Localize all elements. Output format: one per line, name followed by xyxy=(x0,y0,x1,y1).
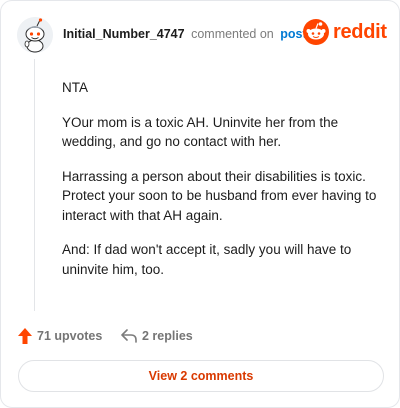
commented-on-text: commented on xyxy=(191,27,274,41)
upvote-count: 71 upvotes xyxy=(37,329,103,343)
reddit-wordmark: reddit xyxy=(333,21,387,43)
reply-count: 2 replies xyxy=(142,329,193,343)
comment-body: NTA YOur mom is a toxic AH. Uninvite her… xyxy=(62,78,382,294)
replies-button[interactable]: 2 replies xyxy=(121,326,193,346)
reply-arrow-icon xyxy=(121,329,137,343)
reddit-brand[interactable]: reddit xyxy=(303,19,387,47)
reddit-logo-icon xyxy=(303,19,329,45)
comment-paragraph: YOur mom is a toxic AH. Uninvite her fro… xyxy=(62,114,339,150)
upvote-arrow-icon xyxy=(18,328,32,344)
comment-paragraph: And: If dad won't accept it, sadly you w… xyxy=(62,242,352,277)
comment-meta: Initial_Number_4747 commented on post xyxy=(63,27,307,41)
username[interactable]: Initial_Number_4747 xyxy=(63,27,185,41)
comment-paragraph: Harrassing a person about their disabili… xyxy=(62,168,377,223)
comment-header: Initial_Number_4747 commented on post re… xyxy=(17,17,387,53)
comment-paragraph: NTA xyxy=(62,80,88,95)
view-comments-label: View 2 comments xyxy=(148,369,254,383)
view-comments-button[interactable]: View 2 comments xyxy=(18,360,384,392)
upvote-button[interactable]: 71 upvotes xyxy=(18,326,102,346)
comment-card: Initial_Number_4747 commented on post re… xyxy=(0,0,400,408)
thread-line[interactable] xyxy=(34,59,35,311)
snoo-avatar-icon[interactable] xyxy=(17,17,53,53)
